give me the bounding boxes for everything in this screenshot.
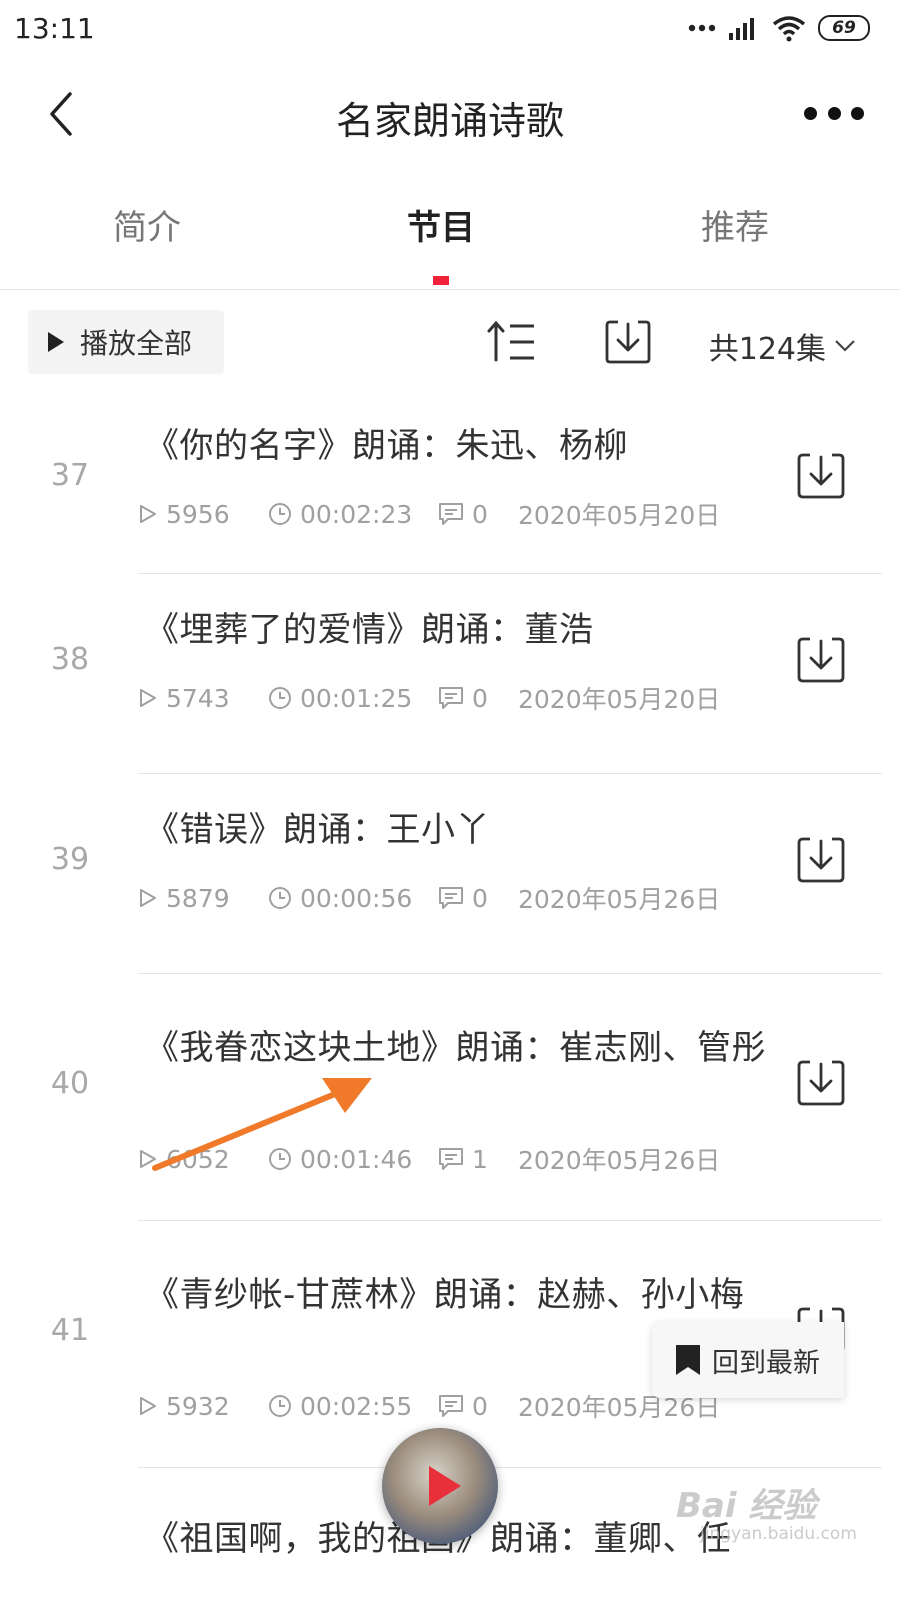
- play-count: 5879: [166, 883, 230, 913]
- play-all-button[interactable]: 播放全部: [28, 310, 224, 374]
- play-count-icon: [140, 505, 156, 523]
- chevron-down-icon: [835, 340, 855, 352]
- duration: 00:02:55: [300, 1391, 413, 1421]
- episode-number: 40: [50, 1066, 90, 1101]
- episode-number: 41: [50, 1313, 90, 1348]
- comment-count: 1: [472, 1144, 488, 1174]
- battery-indicator: 69: [818, 15, 870, 41]
- download-icon[interactable]: [796, 1058, 846, 1108]
- tab-recommend[interactable]: 推荐: [635, 200, 835, 249]
- duration: 00:01:46: [300, 1144, 413, 1174]
- episode-count-dropdown[interactable]: 共124集: [709, 324, 856, 368]
- play-count: 6052: [166, 1144, 230, 1174]
- list-item[interactable]: 40 《我眷恋这块土地》朗诵：崔志刚、管彤 6052 00:01:46 1 20…: [0, 974, 900, 1221]
- comment-count: 0: [472, 1391, 488, 1421]
- episode-number: 37: [50, 458, 90, 493]
- episode-meta: 6052 00:01:46 1 2020年05月26日: [138, 1141, 720, 1177]
- mini-player-button[interactable]: [382, 1428, 498, 1544]
- episode-meta: 5956 00:02:23 0 2020年05月20日: [138, 496, 720, 532]
- publish-date: 2020年05月20日: [518, 501, 721, 530]
- batch-download-icon[interactable]: [604, 318, 652, 366]
- download-icon[interactable]: [796, 835, 846, 885]
- episode-count-label: 共124集: [708, 332, 826, 367]
- download-icon[interactable]: [796, 451, 846, 501]
- episode-title[interactable]: 《我眷恋这块土地》朗诵：崔志刚、管彤: [145, 1025, 785, 1071]
- play-count-icon: [140, 689, 156, 707]
- comment-icon: [439, 503, 463, 525]
- episode-meta: 5743 00:01:25 0 2020年05月20日: [138, 680, 720, 716]
- duration: 00:01:25: [300, 683, 413, 713]
- comment-count: 0: [472, 683, 488, 713]
- clock-icon: [269, 1395, 291, 1417]
- episode-title[interactable]: 《青纱帐-甘蔗林》朗诵：赵赫、孙小梅: [145, 1272, 785, 1318]
- play-count-icon: [140, 1150, 156, 1168]
- watermark-url: jingyan.baidu.com: [700, 1524, 857, 1544]
- signal-icon: [729, 18, 754, 40]
- episode-meta: 5879 00:00:56 0 2020年05月26日: [138, 880, 720, 916]
- publish-date: 2020年05月20日: [518, 685, 721, 714]
- tab-intro[interactable]: 简介: [47, 200, 247, 249]
- active-tab-indicator: [433, 276, 449, 285]
- publish-date: 2020年05月26日: [518, 1146, 721, 1175]
- episode-number: 39: [50, 842, 90, 877]
- clock-icon: [269, 687, 291, 709]
- episode-title[interactable]: 《你的名字》朗诵：朱迅、杨柳: [145, 423, 785, 469]
- tab-programs[interactable]: 节目: [341, 200, 541, 249]
- bookmark-icon: [676, 1345, 700, 1375]
- comment-icon: [439, 1395, 463, 1417]
- duration: 00:00:56: [300, 883, 413, 913]
- comment-icon: [439, 887, 463, 909]
- status-bar: 13:11 69: [0, 0, 900, 64]
- play-all-label: 播放全部: [80, 327, 193, 360]
- watermark-logo: Bai 经验: [676, 1486, 817, 1526]
- comment-icon: [439, 1148, 463, 1170]
- nav-bar: 名家朗诵诗歌: [0, 64, 900, 164]
- tab-bar: 简介 节目 推荐: [0, 180, 900, 290]
- page-title: 名家朗诵诗歌: [335, 99, 564, 143]
- play-icon: [429, 1466, 461, 1506]
- comment-icon: [439, 687, 463, 709]
- episode-title[interactable]: 《错误》朗诵：王小丫: [145, 807, 785, 853]
- play-count-icon: [140, 889, 156, 907]
- play-count: 5932: [166, 1391, 230, 1421]
- episode-list: 37 《你的名字》朗诵：朱迅、杨柳 5956 00:02:23 0 2020年0…: [0, 390, 900, 1598]
- status-time: 13:11: [14, 12, 95, 45]
- list-item[interactable]: 39 《错误》朗诵：王小丫 5879 00:00:56 0 2020年05月26…: [0, 774, 900, 974]
- clock-icon: [269, 503, 291, 525]
- more-options-icon[interactable]: [804, 98, 864, 128]
- list-item[interactable]: 38 《埋葬了的爱情》朗诵：董浩 5743 00:01:25 0 2020年05…: [0, 574, 900, 774]
- comment-count: 0: [472, 499, 488, 529]
- play-count-icon: [140, 1397, 156, 1415]
- back-to-latest-button[interactable]: 回到最新: [652, 1322, 844, 1398]
- play-count: 5956: [166, 499, 230, 529]
- clock-icon: [269, 1148, 291, 1170]
- comment-count: 0: [472, 883, 488, 913]
- back-to-latest-label: 回到最新: [712, 1347, 820, 1379]
- episode-meta: 5932 00:02:55 0 2020年05月26日: [138, 1388, 720, 1424]
- download-icon[interactable]: [796, 635, 846, 685]
- status-icons: 69: [688, 14, 870, 42]
- play-count: 5743: [166, 683, 230, 713]
- play-icon: [48, 332, 64, 352]
- more-dots-status-icon: [688, 24, 716, 32]
- list-item[interactable]: 37 《你的名字》朗诵：朱迅、杨柳 5956 00:02:23 0 2020年0…: [0, 390, 900, 574]
- sort-order-icon[interactable]: [486, 318, 538, 364]
- episode-number: 38: [50, 642, 90, 677]
- duration: 00:02:23: [300, 499, 413, 529]
- list-toolbar: 播放全部 共124集: [0, 300, 900, 390]
- episode-title[interactable]: 《埋葬了的爱情》朗诵：董浩: [145, 607, 785, 653]
- clock-icon: [269, 887, 291, 909]
- publish-date: 2020年05月26日: [518, 885, 721, 914]
- wifi-icon: [772, 16, 806, 42]
